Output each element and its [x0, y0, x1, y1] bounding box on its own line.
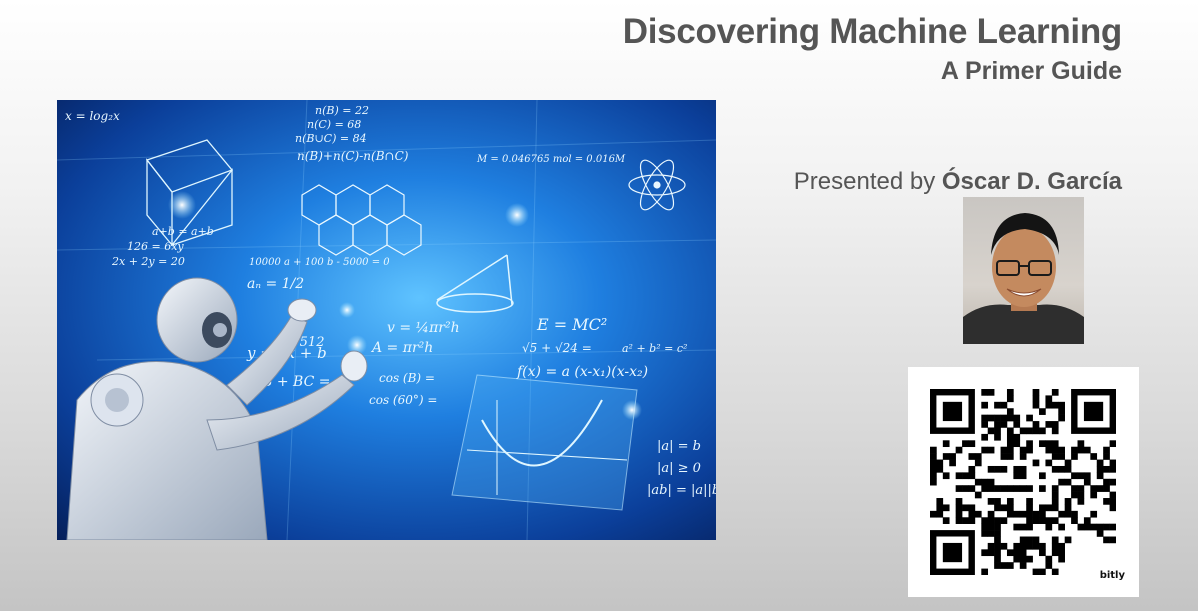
formula: 126 = 6xy: [127, 240, 184, 253]
presenter-name: Óscar D. García: [941, 168, 1122, 195]
presenter-photo: [963, 197, 1084, 344]
formula: a² + b² = c²: [622, 342, 687, 355]
formula: f(x) = a (x-x₁)(x-x₂): [516, 364, 648, 380]
formula: |ab| = |a||b|: [647, 483, 716, 498]
formula: |a| ≥ 0: [657, 461, 701, 476]
qr-code-card[interactable]: bitly: [908, 367, 1139, 597]
formula: aₙ = 1/2: [247, 276, 304, 292]
formula: n(C) = 68: [307, 118, 361, 131]
presenter-prefix: Presented by: [793, 168, 936, 195]
formula: √5 + √24 =: [522, 341, 592, 355]
formula: M = 0.046765 mol = 0.016M: [476, 154, 626, 165]
formula: 10000 a + 100 b - 5000 = 0: [249, 257, 390, 268]
graph-panel: [451, 374, 638, 511]
formula: v = ¼πr²h: [387, 320, 460, 336]
formula: cos (B) =: [379, 371, 435, 385]
formula: A = πr²h: [370, 340, 433, 356]
atom-icon: [628, 159, 686, 211]
formula: a+b = a+b: [152, 225, 214, 238]
formula: E = MC²: [536, 315, 607, 334]
qr-brand-label: bitly: [1099, 570, 1125, 581]
formula: 2x + 2y = 20: [111, 255, 185, 268]
presenter-portrait: [963, 213, 1084, 344]
presenter-line: Presented by Óscar D. García: [794, 168, 1122, 196]
qr-finder-pattern: [1083, 401, 1104, 422]
robot-math-image: n(B) = 22 n(C) = 68 n(B∪C) = 84 n(B)+n(C…: [57, 100, 716, 540]
qr-finder-pattern: [942, 401, 963, 422]
formula: n(B∪C) = 84: [295, 132, 367, 145]
robot-figure: [66, 277, 368, 540]
qr-code[interactable]: [930, 389, 1116, 575]
slide-subtitle: A Primer Guide: [940, 57, 1122, 85]
formula: n(B) = 22: [315, 104, 369, 117]
cone-shape: [436, 254, 514, 313]
formula: x = log₂x: [65, 109, 120, 123]
formula: |a| = b: [657, 439, 701, 454]
robot-math-illustration: n(B) = 22 n(C) = 68 n(B∪C) = 84 n(B)+n(C…: [57, 100, 716, 540]
qr-finder-pattern: [942, 542, 963, 563]
formula: n(B)+n(C)-n(B∩C): [297, 149, 409, 163]
slide-title: Discovering Machine Learning: [622, 12, 1123, 51]
formula: cos (60°) =: [369, 393, 437, 407]
